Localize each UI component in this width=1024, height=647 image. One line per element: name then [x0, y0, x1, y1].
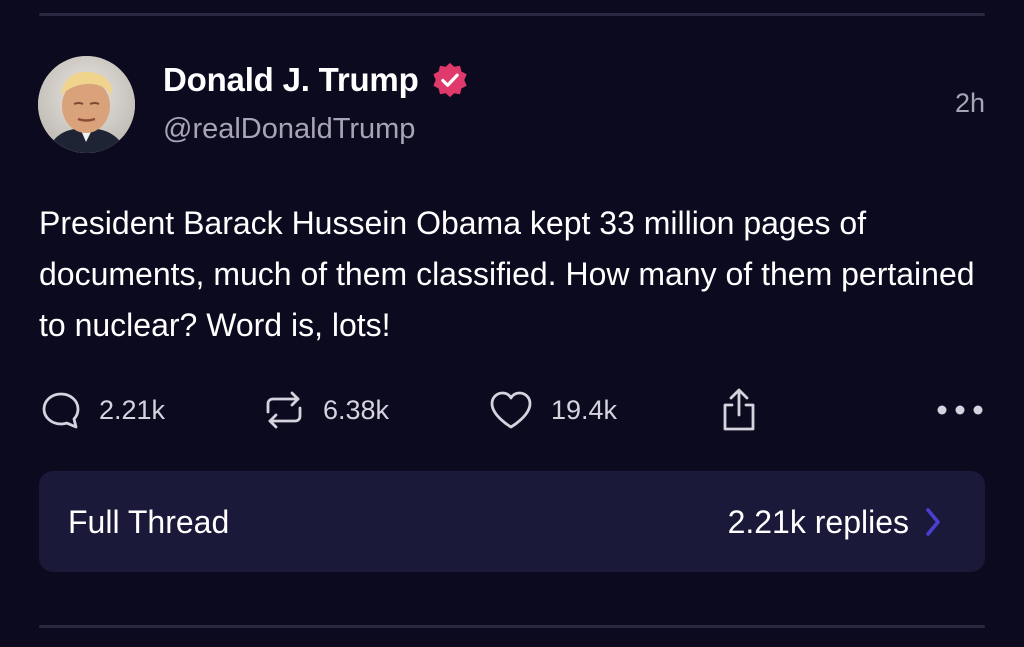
- full-thread-card[interactable]: Full Thread 2.21k replies: [39, 471, 985, 572]
- repost-count: 6.38k: [323, 394, 390, 425]
- reply-icon: [42, 392, 80, 429]
- bottom-divider: [39, 625, 985, 628]
- post-timestamp: 2h: [954, 88, 985, 118]
- more-icon: [937, 405, 983, 415]
- action-bar: 2.21k 6.38k 19.4k: [39, 385, 985, 435]
- more-options-button[interactable]: [935, 385, 985, 435]
- repost-icon: [266, 391, 302, 429]
- reply-button[interactable]: 2.21k: [39, 385, 165, 435]
- author-name-row: Donald J. Trump: [163, 58, 469, 102]
- verified-badge-icon: [432, 62, 467, 98]
- thread-replies-count: 2.21k replies: [727, 504, 909, 540]
- like-count: 19.4k: [551, 394, 618, 425]
- repost-button[interactable]: 6.38k: [261, 385, 389, 435]
- author-handle[interactable]: @realDonaldTrump: [163, 109, 415, 149]
- post-header: Donald J. Trump @realDonaldTrump 2h: [38, 56, 985, 154]
- author-name[interactable]: Donald J. Trump: [163, 58, 419, 102]
- avatar-image: [38, 56, 135, 153]
- like-button[interactable]: 19.4k: [487, 385, 617, 435]
- post-body: President Barack Hussein Obama kept 33 m…: [39, 205, 975, 343]
- avatar[interactable]: [38, 56, 135, 153]
- reply-count: 2.21k: [99, 394, 166, 425]
- top-divider: [39, 13, 985, 16]
- chevron-right-icon: [926, 508, 940, 536]
- full-thread-label: Full Thread: [68, 504, 230, 540]
- share-button[interactable]: [719, 385, 759, 435]
- share-icon: [723, 388, 755, 431]
- heart-icon: [490, 391, 532, 429]
